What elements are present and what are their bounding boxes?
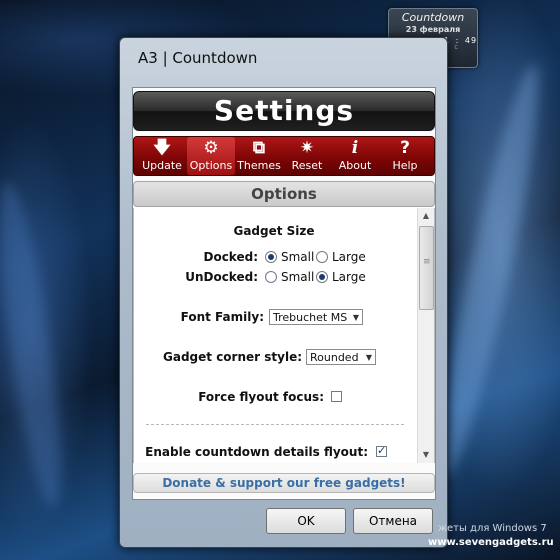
docked-large-label: Large: [332, 250, 366, 264]
wallpaper-streak: [0, 178, 73, 512]
gear-icon: ⚙: [203, 138, 219, 158]
force-flyout-label: Force flyout focus:: [198, 390, 324, 404]
toolbar-options-button[interactable]: ⚙ Options: [187, 137, 235, 175]
undocked-large-label: Large: [332, 270, 366, 284]
settings-content: Settings 🡇 Update ⚙ Options ⧉ Themes ✷ R…: [132, 87, 436, 500]
corner-style-value: Rounded: [310, 351, 359, 364]
details-flyout-checkbox[interactable]: [376, 444, 387, 457]
settings-banner: Settings: [133, 91, 435, 131]
chevron-down-icon: ▼: [352, 313, 359, 322]
docked-small-label: Small: [281, 250, 315, 264]
font-family-select[interactable]: Trebuchet MS ▼: [269, 309, 363, 325]
docked-large-radio[interactable]: [316, 251, 328, 263]
donate-link[interactable]: Donate & support our free gadgets!: [133, 473, 435, 493]
gadget-size-title: Gadget Size: [233, 224, 315, 238]
undocked-large-radio[interactable]: [316, 271, 328, 283]
options-pane: Gadget Size Docked: Small Large UnDocked…: [133, 208, 435, 463]
options-section-header: Options: [133, 181, 435, 207]
down-arrow-icon: 🡇: [153, 138, 171, 158]
reset-icon: ✷: [299, 138, 315, 158]
corner-style-select[interactable]: Rounded ▼: [306, 349, 376, 365]
toolbar-help-button[interactable]: ? Help: [379, 137, 431, 175]
watermark-text: жеты для Windows 7: [438, 523, 547, 534]
watermark-url: www.sevengadgets.ru: [428, 537, 554, 548]
mini-gadget-date: 23 февраля: [405, 25, 461, 34]
mini-time-sep: :: [455, 36, 460, 45]
toolbar-label: Reset: [291, 159, 323, 172]
corner-style-label: Gadget corner style:: [163, 350, 302, 364]
options-scrollbar[interactable]: ▲ ▼: [417, 208, 434, 463]
toolbar-label: Update: [142, 159, 182, 172]
toolbar-update-button[interactable]: 🡇 Update: [137, 137, 187, 175]
undocked-small-radio[interactable]: [265, 271, 277, 283]
font-family-label: Font Family:: [180, 310, 264, 324]
cancel-button[interactable]: Отмена: [353, 508, 433, 534]
settings-toolbar: 🡇 Update ⚙ Options ⧉ Themes ✷ Reset i Ab…: [133, 136, 435, 176]
toolbar-label: About: [338, 159, 372, 172]
settings-window: A3 | Countdown Settings 🡇 Update ⚙ Optio…: [119, 37, 448, 548]
toolbar-label: Options: [189, 159, 233, 172]
undocked-label: UnDocked:: [185, 270, 258, 284]
docked-small-radio[interactable]: [265, 251, 277, 263]
scroll-up-icon[interactable]: ▲: [418, 208, 434, 224]
info-icon: i: [351, 138, 359, 158]
window-title: A3 | Countdown: [138, 49, 258, 67]
help-icon: ?: [400, 138, 410, 158]
mini-time-seconds: 49: [464, 36, 478, 45]
mini-gadget-title: Countdown: [401, 11, 465, 24]
docked-label: Docked:: [203, 250, 258, 264]
divider: [146, 424, 404, 425]
toolbar-reset-button[interactable]: ✷ Reset: [283, 137, 331, 175]
font-family-value: Trebuchet MS: [273, 311, 348, 324]
details-flyout-label: Enable countdown details flyout:: [145, 445, 368, 459]
chevron-down-icon: ▼: [365, 353, 372, 362]
toolbar-label: Help: [392, 159, 418, 172]
themes-icon: ⧉: [252, 138, 266, 158]
toolbar-about-button[interactable]: i About: [331, 137, 379, 175]
toolbar-themes-button[interactable]: ⧉ Themes: [235, 137, 283, 175]
scroll-down-icon[interactable]: ▼: [418, 447, 434, 463]
toolbar-label: Themes: [237, 159, 281, 172]
scroll-thumb[interactable]: [419, 226, 434, 310]
undocked-small-label: Small: [281, 270, 315, 284]
ok-button[interactable]: OK: [266, 508, 346, 534]
force-flyout-checkbox[interactable]: [331, 391, 342, 402]
